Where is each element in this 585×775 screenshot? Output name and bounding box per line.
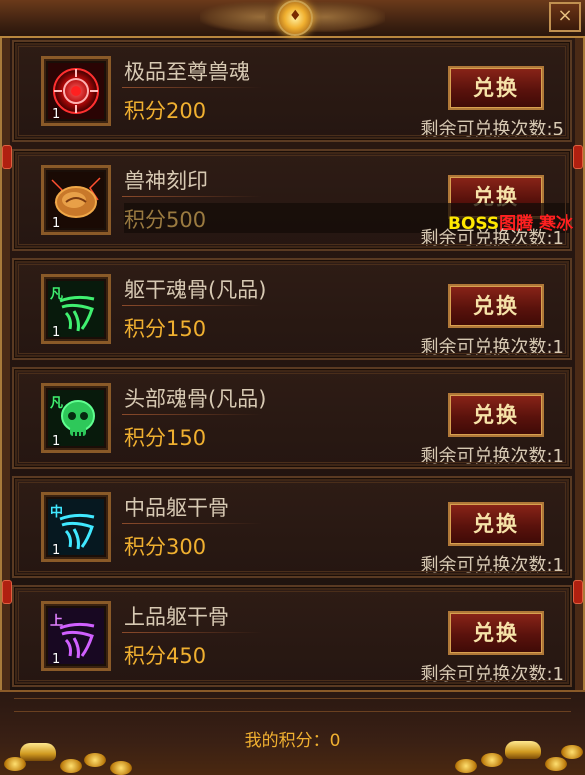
- item-slot[interactable]: 中 1: [41, 492, 111, 562]
- gold-coins-decoration-icon: [435, 739, 585, 775]
- divider: [122, 523, 262, 524]
- remaining-count: 剩余可兑换次数:1: [420, 664, 564, 685]
- exchange-button[interactable]: 兑换: [448, 66, 544, 110]
- crest-emblem-icon: ♦: [277, 0, 313, 36]
- exchange-button[interactable]: 兑换: [448, 284, 544, 328]
- tier-badge: 凡: [50, 287, 64, 302]
- tier-badge: 上: [50, 614, 64, 629]
- item-name: 中品躯干骨: [124, 496, 229, 520]
- item-quantity: 1: [52, 325, 61, 340]
- divider: [122, 87, 262, 88]
- tier-badge: 凡: [50, 396, 64, 411]
- item-slot[interactable]: 1: [41, 165, 111, 235]
- item-slot[interactable]: 上 1: [41, 601, 111, 671]
- item-slot[interactable]: 1: [41, 56, 111, 126]
- item-name: 上品躯干骨: [124, 605, 229, 629]
- item-slot[interactable]: 凡 1: [41, 274, 111, 344]
- item-cost: 积分450: [124, 644, 207, 668]
- divider: [14, 698, 571, 712]
- exchange-row: 1 极品至尊兽魂 积分200 兑换 剩余可兑换次数:5: [12, 40, 572, 142]
- item-name: 躯干魂骨(凡品): [124, 278, 267, 302]
- exchange-button[interactable]: 兑换: [448, 502, 544, 546]
- title-ornament: ♦ ×: [0, 0, 585, 38]
- item-quantity: 1: [52, 543, 61, 558]
- item-cost: 积分150: [124, 317, 207, 341]
- footer-panel: 我的积分：0: [0, 690, 585, 775]
- item-cost: 积分300: [124, 535, 207, 559]
- side-gem-icon: [2, 145, 12, 169]
- exchange-row: 凡 1 头部魂骨(凡品) 积分150 兑换 剩余可兑换次数:1: [12, 367, 572, 469]
- exchange-button[interactable]: 兑换: [448, 393, 544, 437]
- close-icon: ×: [557, 5, 573, 26]
- tier-badge: 中: [50, 505, 64, 520]
- gold-coins-decoration-icon: [0, 739, 150, 775]
- divider: [122, 196, 262, 197]
- item-cost: 积分200: [124, 99, 207, 123]
- item-name: 极品至尊兽魂: [124, 60, 250, 84]
- item-cost: 积分150: [124, 426, 207, 450]
- divider: [122, 305, 262, 306]
- exchange-row: 1 兽神刻印 兑换 积分500 BOSS图腾 寒冰 剩余可兑换次数:1: [12, 149, 573, 251]
- remaining-count: 剩余可兑换次数:1: [420, 555, 564, 576]
- exchange-button[interactable]: 兑换: [448, 611, 544, 655]
- divider: [122, 414, 262, 415]
- remaining-count: 剩余可兑换次数:5: [420, 119, 564, 140]
- item-quantity: 1: [52, 434, 61, 449]
- item-name: 头部魂骨(凡品): [124, 387, 267, 411]
- item-quantity: 1: [52, 216, 61, 231]
- close-button[interactable]: ×: [549, 2, 581, 32]
- remaining-count: 剩余可兑换次数:1: [420, 446, 564, 467]
- item-quantity: 1: [52, 107, 61, 122]
- exchange-row: 凡 1 躯干魂骨(凡品) 积分150 兑换 剩余可兑换次数:1: [12, 258, 572, 360]
- exchange-row: 上 1 上品躯干骨 积分450 兑换 剩余可兑换次数:1: [12, 585, 572, 687]
- item-name: 兽神刻印: [124, 169, 208, 193]
- side-gem-icon: [573, 580, 583, 604]
- divider: [122, 632, 262, 633]
- remaining-count: 剩余可兑换次数:1: [420, 228, 564, 249]
- side-gem-icon: [2, 580, 12, 604]
- exchange-list: 1 极品至尊兽魂 积分200 兑换 剩余可兑换次数:5 1 兽神刻印 兑换 积分…: [12, 40, 573, 694]
- item-slot[interactable]: 凡 1: [41, 383, 111, 453]
- item-quantity: 1: [52, 652, 61, 667]
- remaining-count: 剩余可兑换次数:1: [420, 337, 564, 358]
- side-gem-icon: [573, 145, 583, 169]
- exchange-row: 中 1 中品躯干骨 积分300 兑换 剩余可兑换次数:1: [12, 476, 572, 578]
- item-cost: 积分500: [124, 208, 207, 232]
